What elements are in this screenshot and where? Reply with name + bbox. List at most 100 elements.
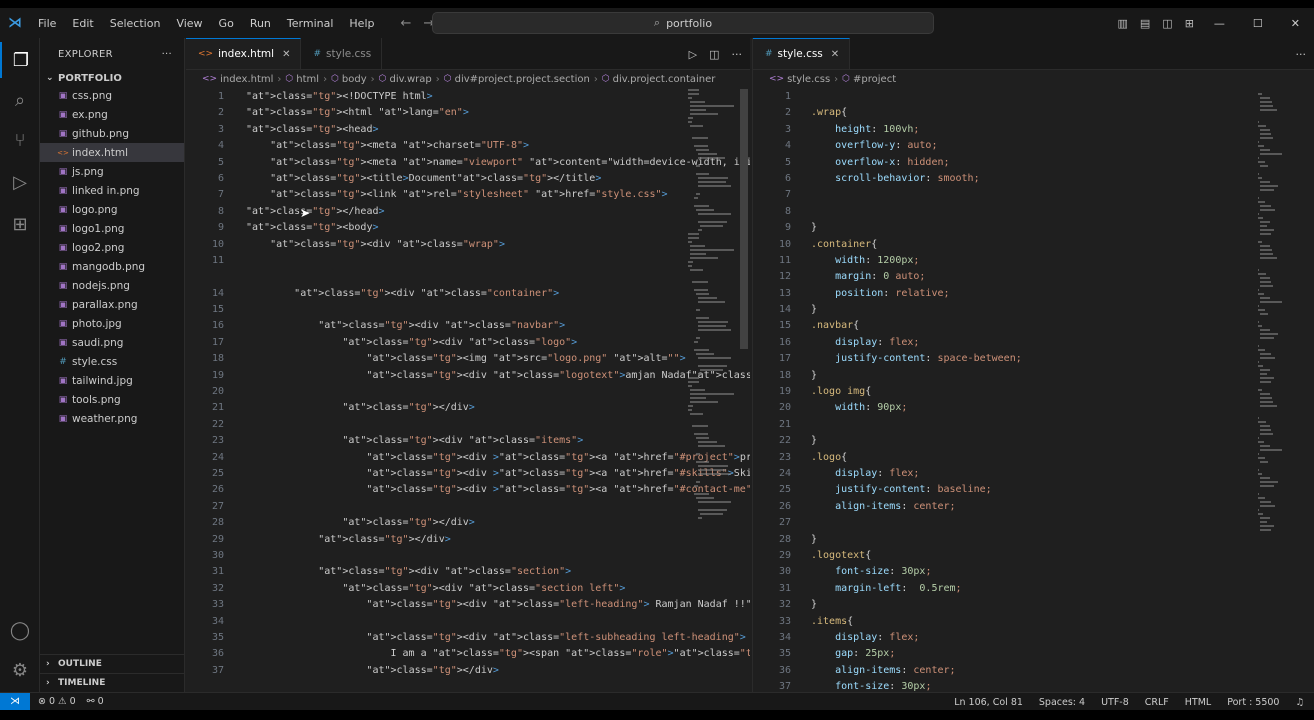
file-item[interactable]: <> index.html bbox=[40, 143, 184, 162]
code-line[interactable]: 14 "at">class="tg"><div "at">class="cont… bbox=[186, 286, 750, 302]
code-line[interactable]: 32 "at">class="tg"><div "at">class="sect… bbox=[186, 581, 750, 597]
code-line[interactable]: 27 bbox=[186, 499, 750, 515]
code-line[interactable]: 37 font-size: 30px; bbox=[753, 679, 1314, 692]
code-line[interactable]: 20 width: 90px; bbox=[753, 400, 1314, 416]
close-window-icon[interactable]: ✕ bbox=[1277, 17, 1314, 30]
menu-item-terminal[interactable]: Terminal bbox=[279, 17, 342, 30]
code-line[interactable]: 21 "at">class="tg"></div> bbox=[186, 400, 750, 416]
menu-item-selection[interactable]: Selection bbox=[102, 17, 169, 30]
file-item[interactable]: ▣ logo2.png bbox=[40, 238, 184, 257]
breadcrumb-item[interactable]: style.css bbox=[787, 74, 830, 85]
code-line[interactable]: 2 "at">class="tg"><html "at">lang="en"> bbox=[186, 105, 750, 121]
code-line[interactable]: 21 bbox=[753, 417, 1314, 433]
manage-gear-icon[interactable]: ⚙ bbox=[0, 652, 40, 688]
code-line[interactable]: 36 I am a "at">class="tg"><span "at">cla… bbox=[186, 646, 750, 662]
code-line[interactable]: 5 "at">class="tg"><meta "at">name="viewp… bbox=[186, 155, 750, 171]
code-line[interactable]: 26 "at">class="tg"><div >"at">class="tg"… bbox=[186, 482, 750, 498]
toggle-panel-icon[interactable]: ▤ bbox=[1134, 17, 1156, 30]
code-line[interactable]: 8 "at">class="tg"></head> bbox=[186, 204, 750, 220]
code-line[interactable]: 23 .logo{ bbox=[753, 450, 1314, 466]
code-line[interactable]: 16 display: flex; bbox=[753, 335, 1314, 351]
code-line[interactable]: 7 bbox=[753, 187, 1314, 203]
code-line[interactable]: 27 bbox=[753, 515, 1314, 531]
run-debug-icon[interactable]: ▷ bbox=[0, 164, 40, 200]
code-line[interactable]: 34 bbox=[186, 614, 750, 630]
code-line[interactable]: 10 "at">class="tg"><div "at">class="wrap… bbox=[186, 237, 750, 253]
remote-indicator-icon[interactable]: ⋊ bbox=[0, 692, 30, 711]
file-item[interactable]: ▣ mangodb.png bbox=[40, 257, 184, 276]
code-line[interactable]: 22 bbox=[186, 417, 750, 433]
code-line[interactable]: 13 position: relative; bbox=[753, 286, 1314, 302]
file-item[interactable]: ▣ parallax.png bbox=[40, 295, 184, 314]
minimap[interactable] bbox=[688, 89, 736, 519]
code-line[interactable]: 15 bbox=[186, 302, 750, 318]
code-area-css[interactable]: 1 2 .wrap{3 height: 100vh; 4 overflow-y: au… bbox=[753, 89, 1314, 692]
file-item[interactable]: ▣ logo.png bbox=[40, 200, 184, 219]
code-line[interactable]: 9 "at">class="tg"><body> bbox=[186, 220, 750, 236]
toggle-secondary-sidebar-icon[interactable]: ◫ bbox=[1156, 17, 1178, 30]
file-item[interactable]: ▣ nodejs.png bbox=[40, 276, 184, 295]
more-actions-icon[interactable]: ··· bbox=[1296, 48, 1307, 61]
code-line[interactable]: 1 bbox=[753, 89, 1314, 105]
breadcrumb-item[interactable]: div#project.project.section bbox=[455, 74, 590, 85]
file-item[interactable]: ▣ js.png bbox=[40, 162, 184, 181]
breadcrumb-item[interactable]: index.html bbox=[220, 74, 273, 85]
file-item[interactable]: ▣ github.png bbox=[40, 124, 184, 143]
code-line[interactable]: 15 .navbar{ bbox=[753, 318, 1314, 334]
menu-item-run[interactable]: Run bbox=[242, 17, 279, 30]
indentation[interactable]: Spaces: 4 bbox=[1039, 697, 1085, 708]
source-control-icon[interactable]: ⑂ bbox=[0, 122, 40, 158]
file-item[interactable]: ▣ tailwind.jpg bbox=[40, 371, 184, 390]
code-line[interactable]: 3 height: 100vh; bbox=[753, 122, 1314, 138]
breadcrumb-item[interactable]: body bbox=[342, 74, 367, 85]
timeline-section[interactable]: › TIMELINE bbox=[40, 673, 185, 691]
outline-section[interactable]: › OUTLINE bbox=[40, 654, 185, 672]
close-tab-icon[interactable]: ✕ bbox=[831, 49, 839, 60]
code-line[interactable]: 17 justify-content: space-between; bbox=[753, 351, 1314, 367]
notifications-bell-icon[interactable]: ♫ bbox=[1295, 697, 1304, 708]
toggle-primary-sidebar-icon[interactable]: ▥ bbox=[1111, 17, 1133, 30]
code-line[interactable]: 4 "at">class="tg"><meta "at">charset="UT… bbox=[186, 138, 750, 154]
code-line[interactable]: 32} bbox=[753, 597, 1314, 613]
code-line[interactable]: 24 "at">class="tg"><div >"at">class="tg"… bbox=[186, 450, 750, 466]
code-line[interactable]: 11 width: 1200px; bbox=[753, 253, 1314, 269]
file-item[interactable]: ▣ tools.png bbox=[40, 390, 184, 409]
code-line[interactable]: 1 "at">class="tg"><!DOCTYPE html> bbox=[186, 89, 750, 105]
problems-status[interactable]: ⊗ 0 ⚠ 0 bbox=[38, 696, 76, 707]
code-line[interactable]: 10 .container{ bbox=[753, 237, 1314, 253]
code-area-html[interactable]: 1 "at">class="tg"><!DOCTYPE html> 2 "at">cl… bbox=[186, 89, 750, 692]
code-line[interactable]: 25 "at">class="tg"><div >"at">class="tg"… bbox=[186, 466, 750, 482]
code-line[interactable]: 5 overflow-x: hidden; bbox=[753, 155, 1314, 171]
menu-item-help[interactable]: Help bbox=[341, 17, 382, 30]
run-icon[interactable]: ▷ bbox=[689, 48, 697, 61]
code-line[interactable]: 18} bbox=[753, 368, 1314, 384]
code-line[interactable]: 29 .logotext{ bbox=[753, 548, 1314, 564]
code-line[interactable]: 33 .items{ bbox=[753, 614, 1314, 630]
end-of-line[interactable]: CRLF bbox=[1145, 697, 1169, 708]
code-line[interactable]: 28 "at">class="tg"></div> bbox=[186, 515, 750, 531]
code-line[interactable]: 37 "at">class="tg"></div> bbox=[186, 663, 750, 679]
code-line[interactable]: 12 margin: 0 auto; bbox=[753, 269, 1314, 285]
menu-item-edit[interactable]: Edit bbox=[64, 17, 101, 30]
code-line[interactable]: 33 "at">class="tg"><div "at">class="left… bbox=[186, 597, 750, 613]
file-item[interactable]: ▣ weather.png bbox=[40, 409, 184, 428]
scrollbar[interactable] bbox=[740, 89, 748, 349]
code-line[interactable]: 34 display: flex; bbox=[753, 630, 1314, 646]
code-line[interactable]: 3 "at">class="tg"><head> bbox=[186, 122, 750, 138]
menu-item-file[interactable]: File bbox=[30, 17, 64, 30]
code-line[interactable]: 30 font-size: 30px; bbox=[753, 564, 1314, 580]
code-line[interactable]: 20 bbox=[186, 384, 750, 400]
minimize-icon[interactable]: — bbox=[1200, 17, 1239, 30]
language-mode[interactable]: HTML bbox=[1185, 697, 1211, 708]
code-line[interactable]: 7 "at">class="tg"><link "at">rel="styles… bbox=[186, 187, 750, 203]
accounts-icon[interactable]: ◯ bbox=[0, 612, 40, 648]
menu-item-go[interactable]: Go bbox=[211, 17, 242, 30]
encoding[interactable]: UTF-8 bbox=[1101, 697, 1129, 708]
folder-portfolio[interactable]: ⌄ PORTFOLIO bbox=[40, 70, 184, 86]
code-line[interactable]: 18 "at">class="tg"><img "at">src="logo.p… bbox=[186, 351, 750, 367]
code-line[interactable]: 16 "at">class="tg"><div "at">class="navb… bbox=[186, 318, 750, 334]
code-line[interactable]: 8 bbox=[753, 204, 1314, 220]
code-line[interactable]: 31 "at">class="tg"><div "at">class="sect… bbox=[186, 564, 750, 580]
ports-status[interactable]: ⚯ 0 bbox=[87, 696, 104, 707]
code-line[interactable]: 17 "at">class="tg"><div "at">class="logo… bbox=[186, 335, 750, 351]
